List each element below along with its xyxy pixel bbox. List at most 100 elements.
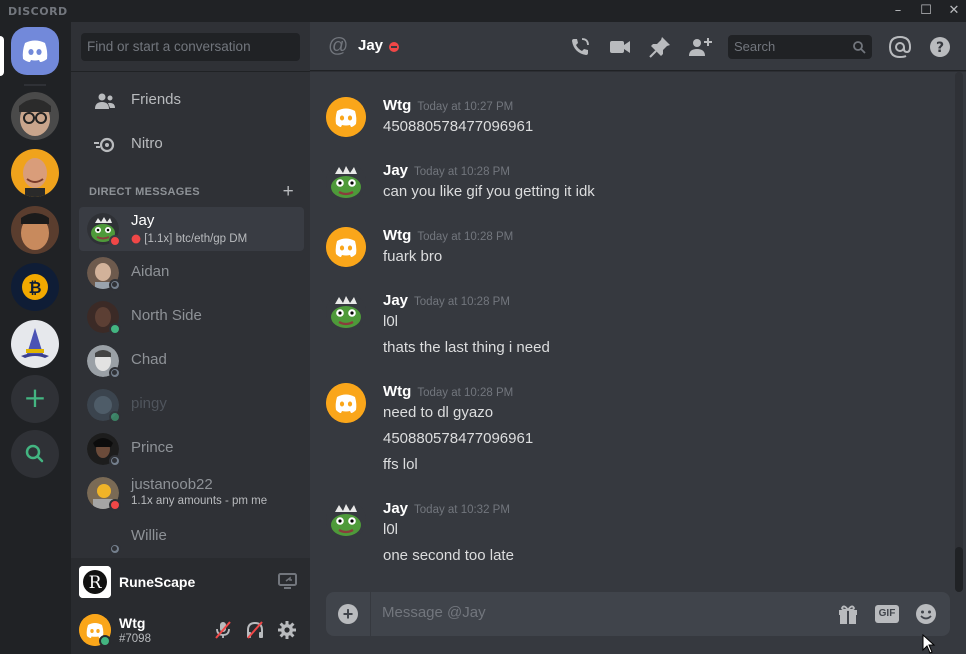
author-name[interactable]: Jay — [383, 500, 408, 517]
message-text: one second too late — [383, 547, 514, 564]
message-author[interactable]: Jay Today at 10:28 PM — [383, 292, 510, 309]
friends-icon — [95, 93, 115, 109]
author-name[interactable]: Jay — [383, 162, 408, 179]
runescape-logo-icon: R — [79, 566, 111, 598]
gift-icon[interactable] — [836, 602, 860, 626]
dm-item-justanoob22[interactable]: justanoob22 1.1x any amounts - pm me — [79, 471, 304, 515]
dm-item-chad[interactable]: Chad — [79, 339, 304, 383]
emoji-icon[interactable] — [914, 602, 938, 626]
server-rail: ₿ + — [0, 22, 70, 654]
status-online-icon — [109, 323, 121, 335]
sidebar-item-label: Friends — [131, 91, 182, 108]
screen-share-icon[interactable] — [278, 572, 298, 590]
author-name[interactable]: Wtg — [383, 383, 411, 400]
message-scrollbar[interactable] — [955, 72, 963, 592]
avatar[interactable] — [326, 227, 366, 267]
help-icon[interactable]: ? — [928, 35, 952, 59]
chat-header: @ Jay Search ? — [310, 22, 966, 71]
pin-icon[interactable] — [648, 35, 672, 59]
mute-microphone-icon[interactable] — [213, 620, 233, 640]
maximize-button[interactable]: ☐ — [914, 2, 938, 20]
dm-item-pingy[interactable]: pingy — [79, 383, 304, 427]
message-author[interactable]: Wtg Today at 10:28 PM — [383, 383, 513, 400]
video-icon[interactable] — [608, 35, 632, 59]
sidebar-item-friends[interactable]: Friends — [81, 79, 300, 121]
game-icon: R — [79, 566, 111, 598]
author-name[interactable]: Jay — [383, 292, 408, 309]
author-name[interactable]: Wtg — [383, 227, 411, 244]
close-button[interactable]: ✕ — [942, 2, 966, 20]
dm-name: Aidan — [131, 263, 170, 280]
dm-name: justanoob22 — [131, 476, 213, 493]
message-composer: + Message @Jay GIF — [326, 592, 950, 636]
sidebar-divider — [71, 71, 310, 72]
dm-item-willie[interactable]: Willie — [79, 515, 304, 559]
message-text: l0l — [383, 313, 399, 330]
upload-plus-button[interactable]: + — [338, 604, 358, 624]
find-conversation-input[interactable]: Find or start a conversation — [81, 33, 300, 61]
mention-icon[interactable] — [888, 35, 912, 59]
app-brand: DISCORD — [8, 5, 68, 18]
custom-status-icon: ● — [131, 231, 142, 245]
message-author[interactable]: Wtg Today at 10:27 PM — [383, 97, 513, 114]
message-timestamp: Today at 10:28 PM — [414, 166, 510, 178]
message-input[interactable]: Message @Jay — [382, 604, 486, 621]
sidebar-item-nitro[interactable]: Nitro — [81, 123, 300, 165]
message-list: Wtg Today at 10:27 PM 450880578477096961 … — [310, 72, 952, 592]
status-dnd-icon — [389, 42, 399, 52]
message-text: can you like gif you getting it idk — [383, 183, 595, 200]
message-timestamp: Today at 10:28 PM — [414, 296, 510, 308]
scrollbar-thumb[interactable] — [955, 547, 963, 592]
explore-servers-button[interactable] — [11, 430, 59, 478]
home-button[interactable] — [11, 27, 59, 75]
dm-name: Chad — [131, 351, 167, 368]
call-icon[interactable] — [568, 35, 592, 59]
chat-search-input[interactable]: Search — [728, 35, 872, 59]
username: Wtg — [119, 615, 146, 631]
status-online-icon — [109, 411, 121, 423]
gif-picker-button[interactable]: GIF — [875, 605, 899, 623]
dm-item-aidan[interactable]: Aidan — [79, 251, 304, 295]
server-icon-3[interactable] — [11, 206, 59, 254]
svg-text:₿: ₿ — [28, 278, 41, 297]
add-friend-icon[interactable] — [688, 35, 712, 59]
dm-custom-status: ● [1.1x] btc/eth/gp DM — [131, 231, 247, 245]
avatar[interactable] — [326, 162, 366, 202]
add-server-button[interactable]: + — [11, 375, 59, 423]
message-timestamp: Today at 10:27 PM — [417, 101, 514, 113]
dm-name: Willie — [131, 527, 167, 544]
dm-item-jay[interactable]: Jay ● [1.1x] btc/eth/gp DM — [79, 207, 304, 251]
game-name: RuneScape — [119, 574, 196, 590]
message-timestamp: Today at 10:28 PM — [417, 387, 514, 399]
deafen-headphones-icon[interactable] — [245, 620, 265, 640]
avatar[interactable] — [326, 97, 366, 137]
create-dm-button[interactable]: + — [283, 181, 294, 203]
nitro-icon — [94, 137, 115, 153]
minimize-button[interactable]: – — [886, 2, 910, 20]
author-name[interactable]: Wtg — [383, 97, 411, 114]
settings-gear-icon[interactable] — [277, 620, 297, 640]
avatar[interactable] — [326, 383, 366, 423]
chat-area: @ Jay Search ? Wtg Today at 10:27 PM 450… — [310, 22, 966, 654]
svg-text:?: ? — [936, 40, 944, 56]
avatar[interactable] — [326, 292, 366, 332]
server-icon-5[interactable] — [11, 320, 59, 368]
avatar-smiling — [11, 149, 59, 197]
avatar-glasses — [11, 92, 59, 140]
user-discriminator: #7098 — [119, 633, 151, 645]
server-icon-4[interactable]: ₿ — [11, 263, 59, 311]
server-icon-1[interactable] — [11, 92, 59, 140]
dm-item-north-side[interactable]: North Side — [79, 295, 304, 339]
server-icon-2[interactable] — [11, 149, 59, 197]
message-author[interactable]: Jay Today at 10:32 PM — [383, 500, 510, 517]
avatar[interactable] — [326, 500, 366, 540]
dm-name: North Side — [131, 307, 202, 324]
status-dnd-icon — [109, 235, 121, 247]
message-author[interactable]: Jay Today at 10:28 PM — [383, 162, 510, 179]
message-author[interactable]: Wtg Today at 10:28 PM — [383, 227, 513, 244]
message-text: fuark bro — [383, 248, 443, 265]
chat-search-placeholder: Search — [734, 39, 776, 54]
dm-item-prince[interactable]: Prince — [79, 427, 304, 471]
status-offline-icon — [109, 367, 121, 379]
game-icon-letter: R — [89, 573, 103, 593]
